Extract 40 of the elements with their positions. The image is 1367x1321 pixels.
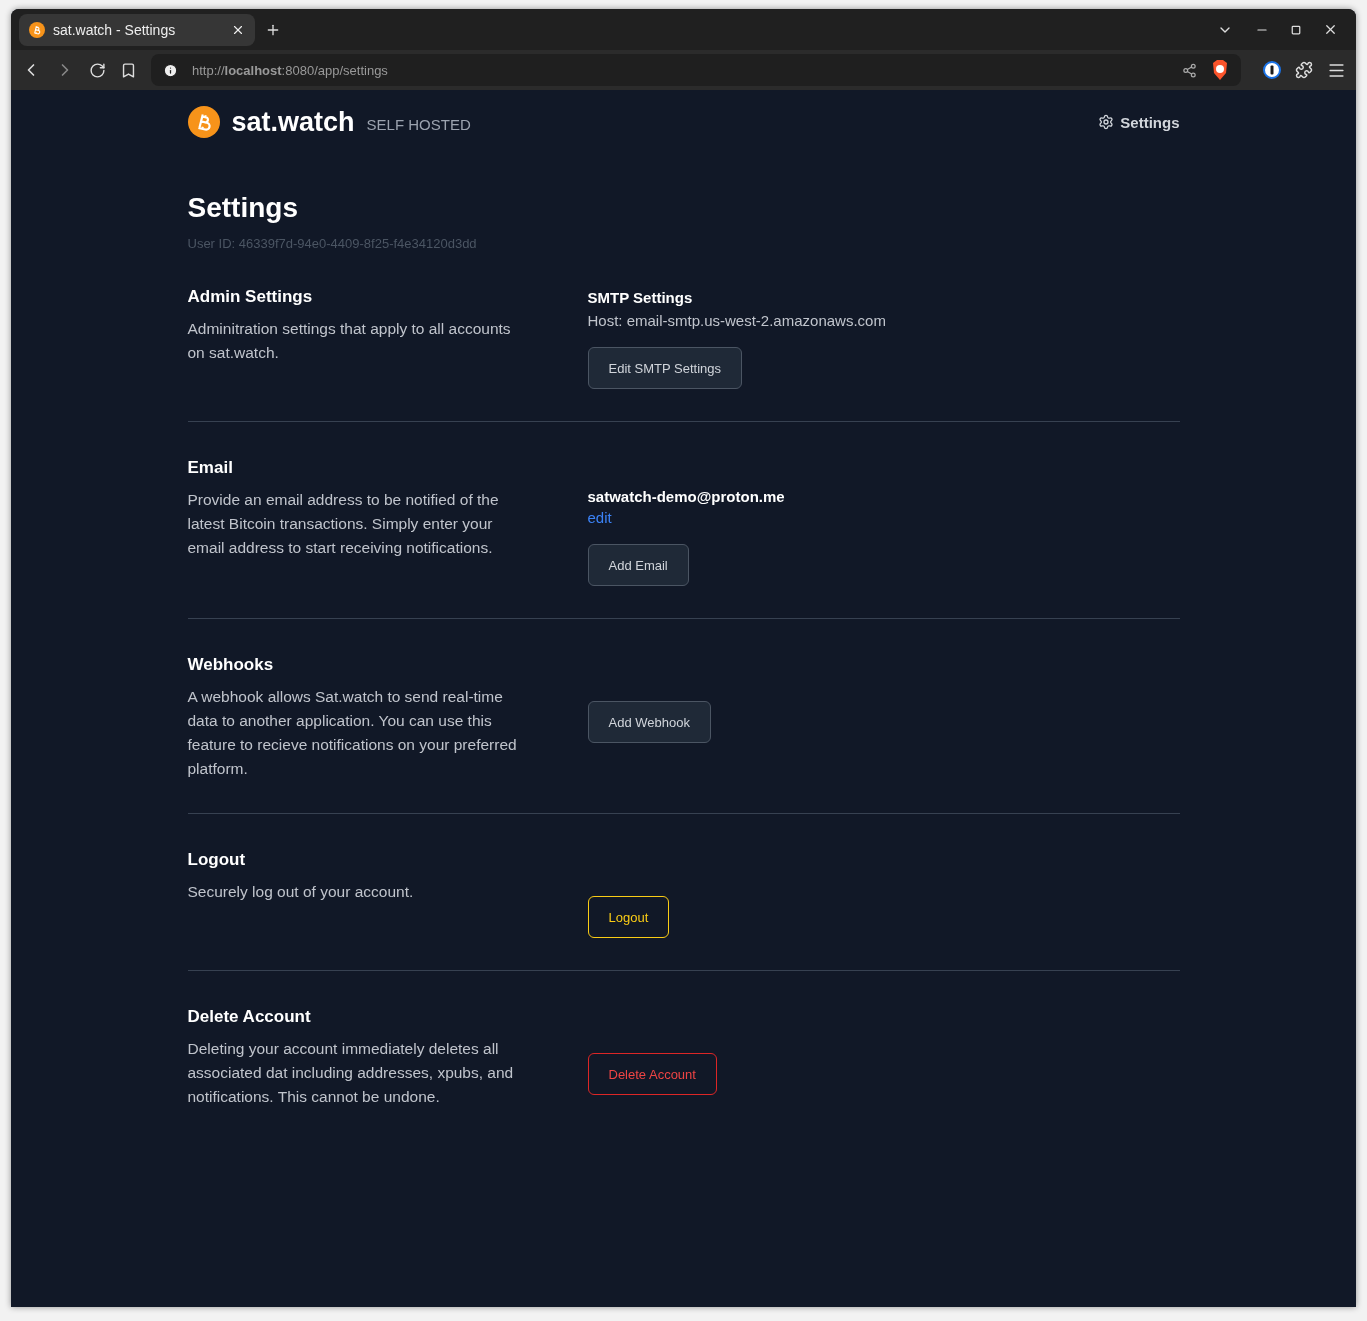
section-description: A webhook allows Sat.watch to send real-time data to another application. You can use this feature to recieve notifications on your preferred platform. bbox=[187, 687, 518, 779]
maximize-icon[interactable] bbox=[1291, 24, 1301, 35]
settings-link[interactable]: Settings bbox=[1098, 113, 1180, 131]
section-title: Admin Settings bbox=[187, 287, 314, 307]
browser-tab[interactable]: sat.watch - Settings bbox=[19, 13, 255, 46]
settings-icon bbox=[1098, 114, 1115, 130]
brand-name: sat.watch bbox=[231, 106, 355, 138]
extensions-icon[interactable] bbox=[1295, 61, 1313, 79]
bitcoin-logo-icon bbox=[187, 106, 220, 138]
close-icon[interactable] bbox=[1323, 22, 1338, 37]
action-button[interactable]: Edit SMTP Settings bbox=[587, 347, 742, 389]
page-title: Settings bbox=[187, 192, 299, 224]
section-description: Adminitration settings that apply to all accounts on sat.watch. bbox=[187, 319, 512, 363]
action-button[interactable]: Delete Account bbox=[587, 1053, 717, 1095]
password-manager-icon[interactable] bbox=[1263, 61, 1281, 79]
action-button[interactable]: Add Webhook bbox=[587, 701, 711, 743]
brand-tagline: SELF HOSTED bbox=[366, 115, 471, 133]
info-icon[interactable] bbox=[163, 62, 178, 78]
section-description: Securely log out of your account. bbox=[187, 882, 415, 902]
section-title: Logout bbox=[187, 850, 247, 870]
action-button[interactable]: Add Email bbox=[587, 544, 689, 586]
bitcoin-logo-icon bbox=[29, 21, 45, 38]
edit-link[interactable]: edit bbox=[587, 509, 612, 526]
share-icon[interactable] bbox=[1182, 62, 1197, 78]
bookmark-icon[interactable] bbox=[120, 61, 137, 79]
user-id: User ID: 46339f7d-94e0-4409-8f25-f4e34120d3dd bbox=[187, 236, 478, 251]
smtp-host: Host: email-smtp.us-west-2.amazonaws.com bbox=[587, 312, 886, 329]
section-title: Delete Account bbox=[187, 1007, 312, 1027]
tab-title: sat.watch - Settings bbox=[53, 21, 177, 38]
section-description: Deleting your account immediately deletes all associated dat including addresses, xpubs, and notifications. This cannot be undone. bbox=[187, 1039, 515, 1107]
reload-icon[interactable] bbox=[89, 61, 106, 79]
lion-shield-icon[interactable] bbox=[1211, 60, 1229, 80]
section-title: Webhooks bbox=[187, 655, 275, 675]
section-title: Email bbox=[187, 458, 234, 478]
address-bar[interactable]: http://localhost:8080/app/settings bbox=[151, 54, 1241, 86]
action-button[interactable]: Logout bbox=[587, 896, 670, 938]
subsection-title: SMTP Settings bbox=[587, 289, 693, 306]
section-description: Provide an email address to be notified of the latest Bitcoin transactions. Simply enter your email address to start receiving notifications. bbox=[187, 490, 500, 558]
email-address: satwatch-demo@proton.me bbox=[587, 488, 785, 505]
url-text: http://localhost:8080/app/settings bbox=[192, 62, 389, 78]
